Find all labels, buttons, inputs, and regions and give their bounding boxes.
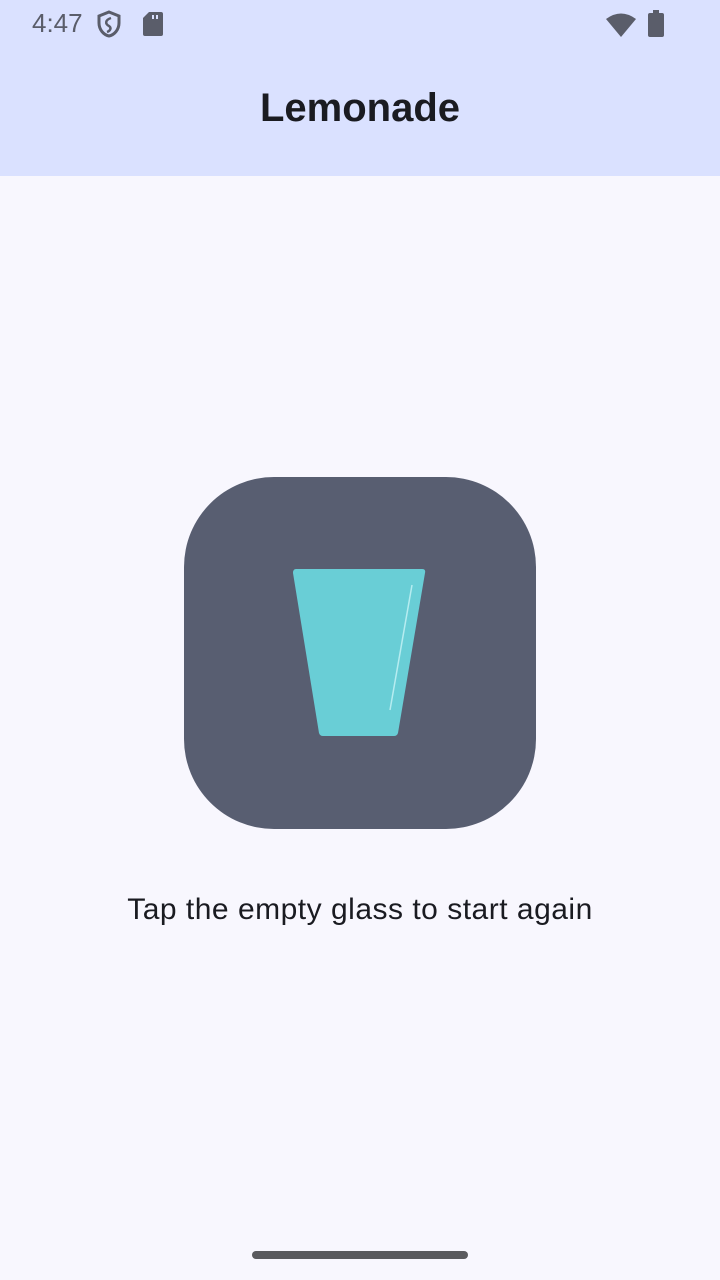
sd-card-icon xyxy=(143,12,163,36)
instruction-text: Tap the empty glass to start again xyxy=(127,893,593,926)
status-time: 4:47 xyxy=(32,8,83,38)
app-bar: 4:47 Lemonade xyxy=(0,0,720,176)
empty-glass-button[interactable] xyxy=(184,477,536,829)
battery-icon xyxy=(648,10,664,37)
empty-glass-icon xyxy=(293,569,426,736)
gesture-nav-handle[interactable] xyxy=(252,1251,468,1259)
wifi-icon xyxy=(606,13,636,37)
app-title: Lemonade xyxy=(259,86,461,130)
shield-icon xyxy=(97,10,121,38)
